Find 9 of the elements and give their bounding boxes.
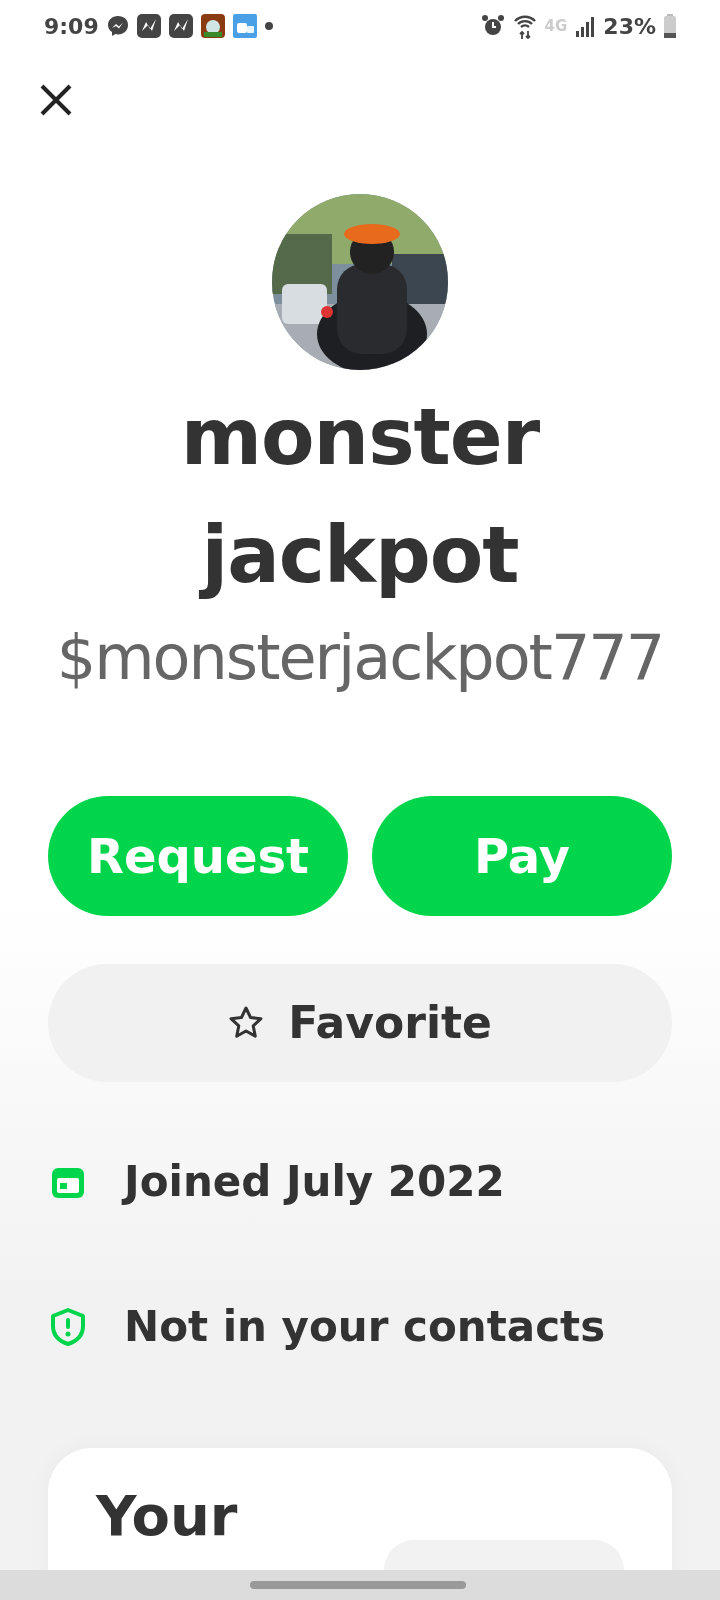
- battery-percent: 23%: [603, 12, 656, 41]
- action-button[interactable]: Pay: [372, 796, 672, 916]
- cashtag: $monsterjackpot777: [55, 620, 665, 696]
- info-text: Not in your contacts: [124, 1301, 606, 1353]
- favorite-button[interactable]: Favorite: [48, 964, 672, 1082]
- card-title: Your: [96, 1488, 238, 1550]
- profile-name: monster jackpot: [179, 391, 541, 602]
- action-button[interactable]: Request: [48, 796, 348, 916]
- clock-time: 9:09: [44, 12, 99, 41]
